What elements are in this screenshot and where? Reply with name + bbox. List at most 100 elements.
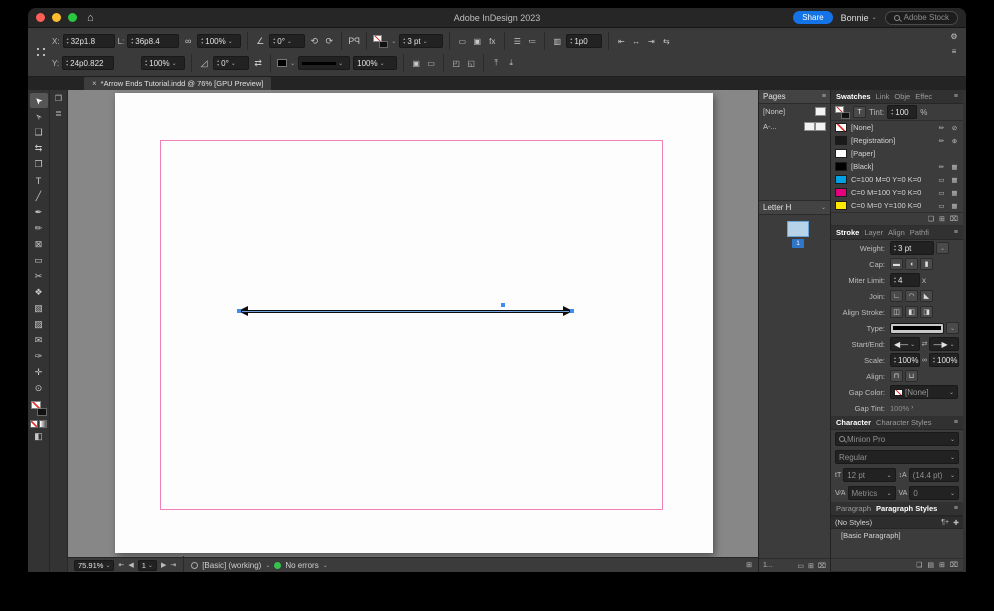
stepper[interactable]: ▴ ▾ bbox=[67, 37, 69, 45]
swatch-row-magenta[interactable]: C=0 M=100 Y=0 K=0 ▭ ▦ bbox=[831, 186, 963, 199]
last-page-button[interactable]: ⇥ bbox=[170, 561, 176, 569]
end-scale-input[interactable]: ▴ ▾ 100% bbox=[929, 353, 959, 367]
swatch-row-cyan[interactable]: C=100 M=0 Y=0 K=0 ▭ ▦ bbox=[831, 173, 963, 186]
swatch-row-registration[interactable]: [Registration] ✏ ⊕ bbox=[831, 134, 963, 147]
swap-fill-stroke-icon[interactable]: ⇄ bbox=[252, 58, 264, 69]
close-tab-icon[interactable]: × bbox=[92, 79, 97, 88]
gap-tool[interactable]: ⇆ bbox=[30, 141, 48, 156]
fill-stroke-proxy[interactable] bbox=[373, 34, 389, 48]
new-style-icon[interactable]: ¶+ bbox=[941, 519, 949, 526]
constrain-proportions-icon[interactable]: ∞ bbox=[182, 36, 194, 46]
tab-character[interactable]: Character bbox=[836, 418, 871, 427]
apply-none-button[interactable] bbox=[30, 420, 38, 428]
gutter-input[interactable]: ▴ ▾ 1p0 bbox=[566, 34, 603, 48]
tab-effects[interactable]: Effec bbox=[915, 92, 932, 101]
zoom-level-select[interactable]: 75.91% ⌄ bbox=[74, 559, 115, 571]
gear-icon[interactable]: ⚙ bbox=[948, 32, 960, 41]
page-1-thumbnail[interactable] bbox=[787, 221, 809, 237]
swatch-row-black[interactable]: [Black] ✏ ▦ bbox=[831, 160, 963, 173]
align-center-icon[interactable]: ↔ bbox=[630, 37, 642, 46]
fill-swatch[interactable] bbox=[373, 34, 383, 42]
stroke-swatch[interactable] bbox=[841, 111, 850, 119]
pages-panel-header[interactable]: Pages ≡ bbox=[759, 90, 830, 104]
stroke-swatch[interactable] bbox=[36, 408, 47, 416]
align-arrow-end-button[interactable]: ⊔ bbox=[905, 370, 918, 382]
wrap-bounding-box-icon[interactable]: ◱ bbox=[465, 59, 477, 68]
rotation-input[interactable]: ▴ ▾ 0° ⌄ bbox=[269, 34, 306, 48]
next-page-button[interactable]: ▶ bbox=[161, 561, 166, 569]
page-1-number-badge[interactable]: 1 bbox=[792, 239, 804, 248]
stroke-weight-input[interactable]: ▴ ▾ 3 pt ⌄ bbox=[399, 34, 444, 48]
fill-swatch[interactable] bbox=[835, 105, 844, 113]
bevel-join-button[interactable]: ◣ bbox=[920, 290, 933, 302]
stepper[interactable]: ▴ ▾ bbox=[145, 59, 147, 67]
align-stroke-center-button[interactable]: ◫ bbox=[890, 306, 903, 318]
align-arrow-tip-button[interactable]: ⊓ bbox=[890, 370, 903, 382]
tab-align[interactable]: Align bbox=[888, 228, 905, 237]
new-color-group-icon[interactable]: ❏ bbox=[928, 215, 934, 223]
drop-shadow-icon[interactable]: ▭ bbox=[425, 59, 437, 68]
master-a-row[interactable]: A-... bbox=[759, 119, 830, 134]
scissors-tool[interactable]: ✂ bbox=[30, 269, 48, 284]
projecting-cap-button[interactable]: ▮ bbox=[920, 258, 933, 270]
start-arrowhead-select[interactable]: ◀— ⌄ bbox=[890, 337, 920, 351]
scale-x-input[interactable]: ▴ ▾ 100% ⌄ bbox=[197, 34, 242, 48]
length-input[interactable]: ▴ ▾ 36p8.4 bbox=[127, 34, 180, 48]
rotate-ccw-icon[interactable]: ⟲ bbox=[308, 36, 320, 47]
align-left-icon[interactable]: ⇤ bbox=[615, 37, 627, 46]
stepper[interactable]: ▴ ▾ bbox=[570, 37, 572, 45]
align-bottom-icon[interactable]: ⤓ bbox=[505, 58, 517, 68]
link-scale-icon[interactable]: ∞ bbox=[922, 357, 927, 364]
minimize-window-button[interactable] bbox=[52, 13, 61, 22]
leading-input[interactable]: (14.4 pt) ⌄ bbox=[908, 468, 959, 482]
hand-tool[interactable]: ✛ bbox=[30, 365, 48, 380]
delete-page-icon[interactable]: ⌧ bbox=[818, 562, 826, 570]
stepper[interactable]: ▴ ▾ bbox=[217, 59, 219, 67]
align-top-icon[interactable]: ⤒ bbox=[490, 58, 502, 68]
type-tool[interactable]: T bbox=[30, 173, 48, 188]
reference-point-proxy[interactable] bbox=[34, 45, 48, 59]
panel-menu-icon[interactable]: ≡ bbox=[948, 47, 960, 56]
left-anchor-handle[interactable] bbox=[237, 309, 241, 313]
home-icon[interactable]: ⌂ bbox=[87, 12, 94, 24]
flip-horizontal-icon[interactable]: PP bbox=[348, 36, 360, 46]
fill-stroke-proxy[interactable] bbox=[835, 105, 850, 119]
user-menu[interactable]: Bonnie ⌄ bbox=[841, 13, 877, 23]
swatch-row-paper[interactable]: [Paper] bbox=[831, 147, 963, 160]
kerning-input[interactable]: Metrics ⌄ bbox=[847, 486, 896, 500]
chevron-down-icon[interactable]: ⌄ bbox=[323, 562, 328, 569]
tab-swatches[interactable]: Swatches bbox=[836, 92, 871, 101]
shear-input[interactable]: ▴ ▾ 0° ⌄ bbox=[213, 56, 250, 70]
selection-tool[interactable]: ➤ bbox=[29, 93, 48, 108]
line-tool[interactable]: ╱ bbox=[30, 189, 48, 204]
rotate-cw-icon[interactable]: ⟳ bbox=[323, 36, 335, 47]
fill-swatch[interactable] bbox=[30, 401, 41, 409]
first-page-button[interactable]: ⇤ bbox=[118, 561, 124, 569]
stroke-type-select[interactable] bbox=[890, 322, 944, 334]
panel-menu-icon[interactable]: ≡ bbox=[954, 229, 958, 236]
rectangle-tool[interactable]: ▭ bbox=[30, 253, 48, 268]
butt-cap-button[interactable]: ▬ bbox=[890, 258, 903, 270]
columns-icon[interactable]: ▥ bbox=[551, 37, 563, 46]
zoom-window-button[interactable] bbox=[68, 13, 77, 22]
stepper[interactable]: ▴ ▾ bbox=[891, 108, 893, 116]
frame-fitting-icon[interactable]: ▣ bbox=[471, 37, 483, 46]
tab-layers[interactable]: Layer bbox=[864, 228, 883, 237]
right-anchor-handle[interactable] bbox=[570, 309, 574, 313]
effects-icon[interactable]: fx bbox=[486, 37, 498, 46]
eyedropper-tool[interactable]: ✑ bbox=[30, 349, 48, 364]
tracking-input[interactable]: 0 ⌄ bbox=[909, 486, 959, 500]
share-button[interactable]: Share bbox=[793, 11, 833, 24]
scale-y-input[interactable]: ▴ ▾ 100% ⌄ bbox=[141, 56, 186, 70]
end-arrowhead-select[interactable]: —▶ ⌄ bbox=[929, 337, 959, 351]
page-number-select[interactable]: 1 ⌄ bbox=[137, 559, 157, 571]
miter-limit-input[interactable]: ▴ ▾ 4 bbox=[890, 273, 920, 287]
gap-tint-value[interactable]: 100% bbox=[890, 404, 909, 413]
stroke-swatch[interactable] bbox=[379, 40, 389, 48]
anchor-handle[interactable] bbox=[501, 303, 505, 307]
preflight-status[interactable]: No errors bbox=[285, 561, 318, 570]
numbered-list-icon[interactable]: ≔ bbox=[526, 37, 538, 46]
tab-object-styles[interactable]: Obje bbox=[894, 92, 910, 101]
tab-paragraph-styles[interactable]: Paragraph Styles bbox=[876, 504, 937, 513]
stepper[interactable]: ▴ ▾ bbox=[201, 37, 203, 45]
